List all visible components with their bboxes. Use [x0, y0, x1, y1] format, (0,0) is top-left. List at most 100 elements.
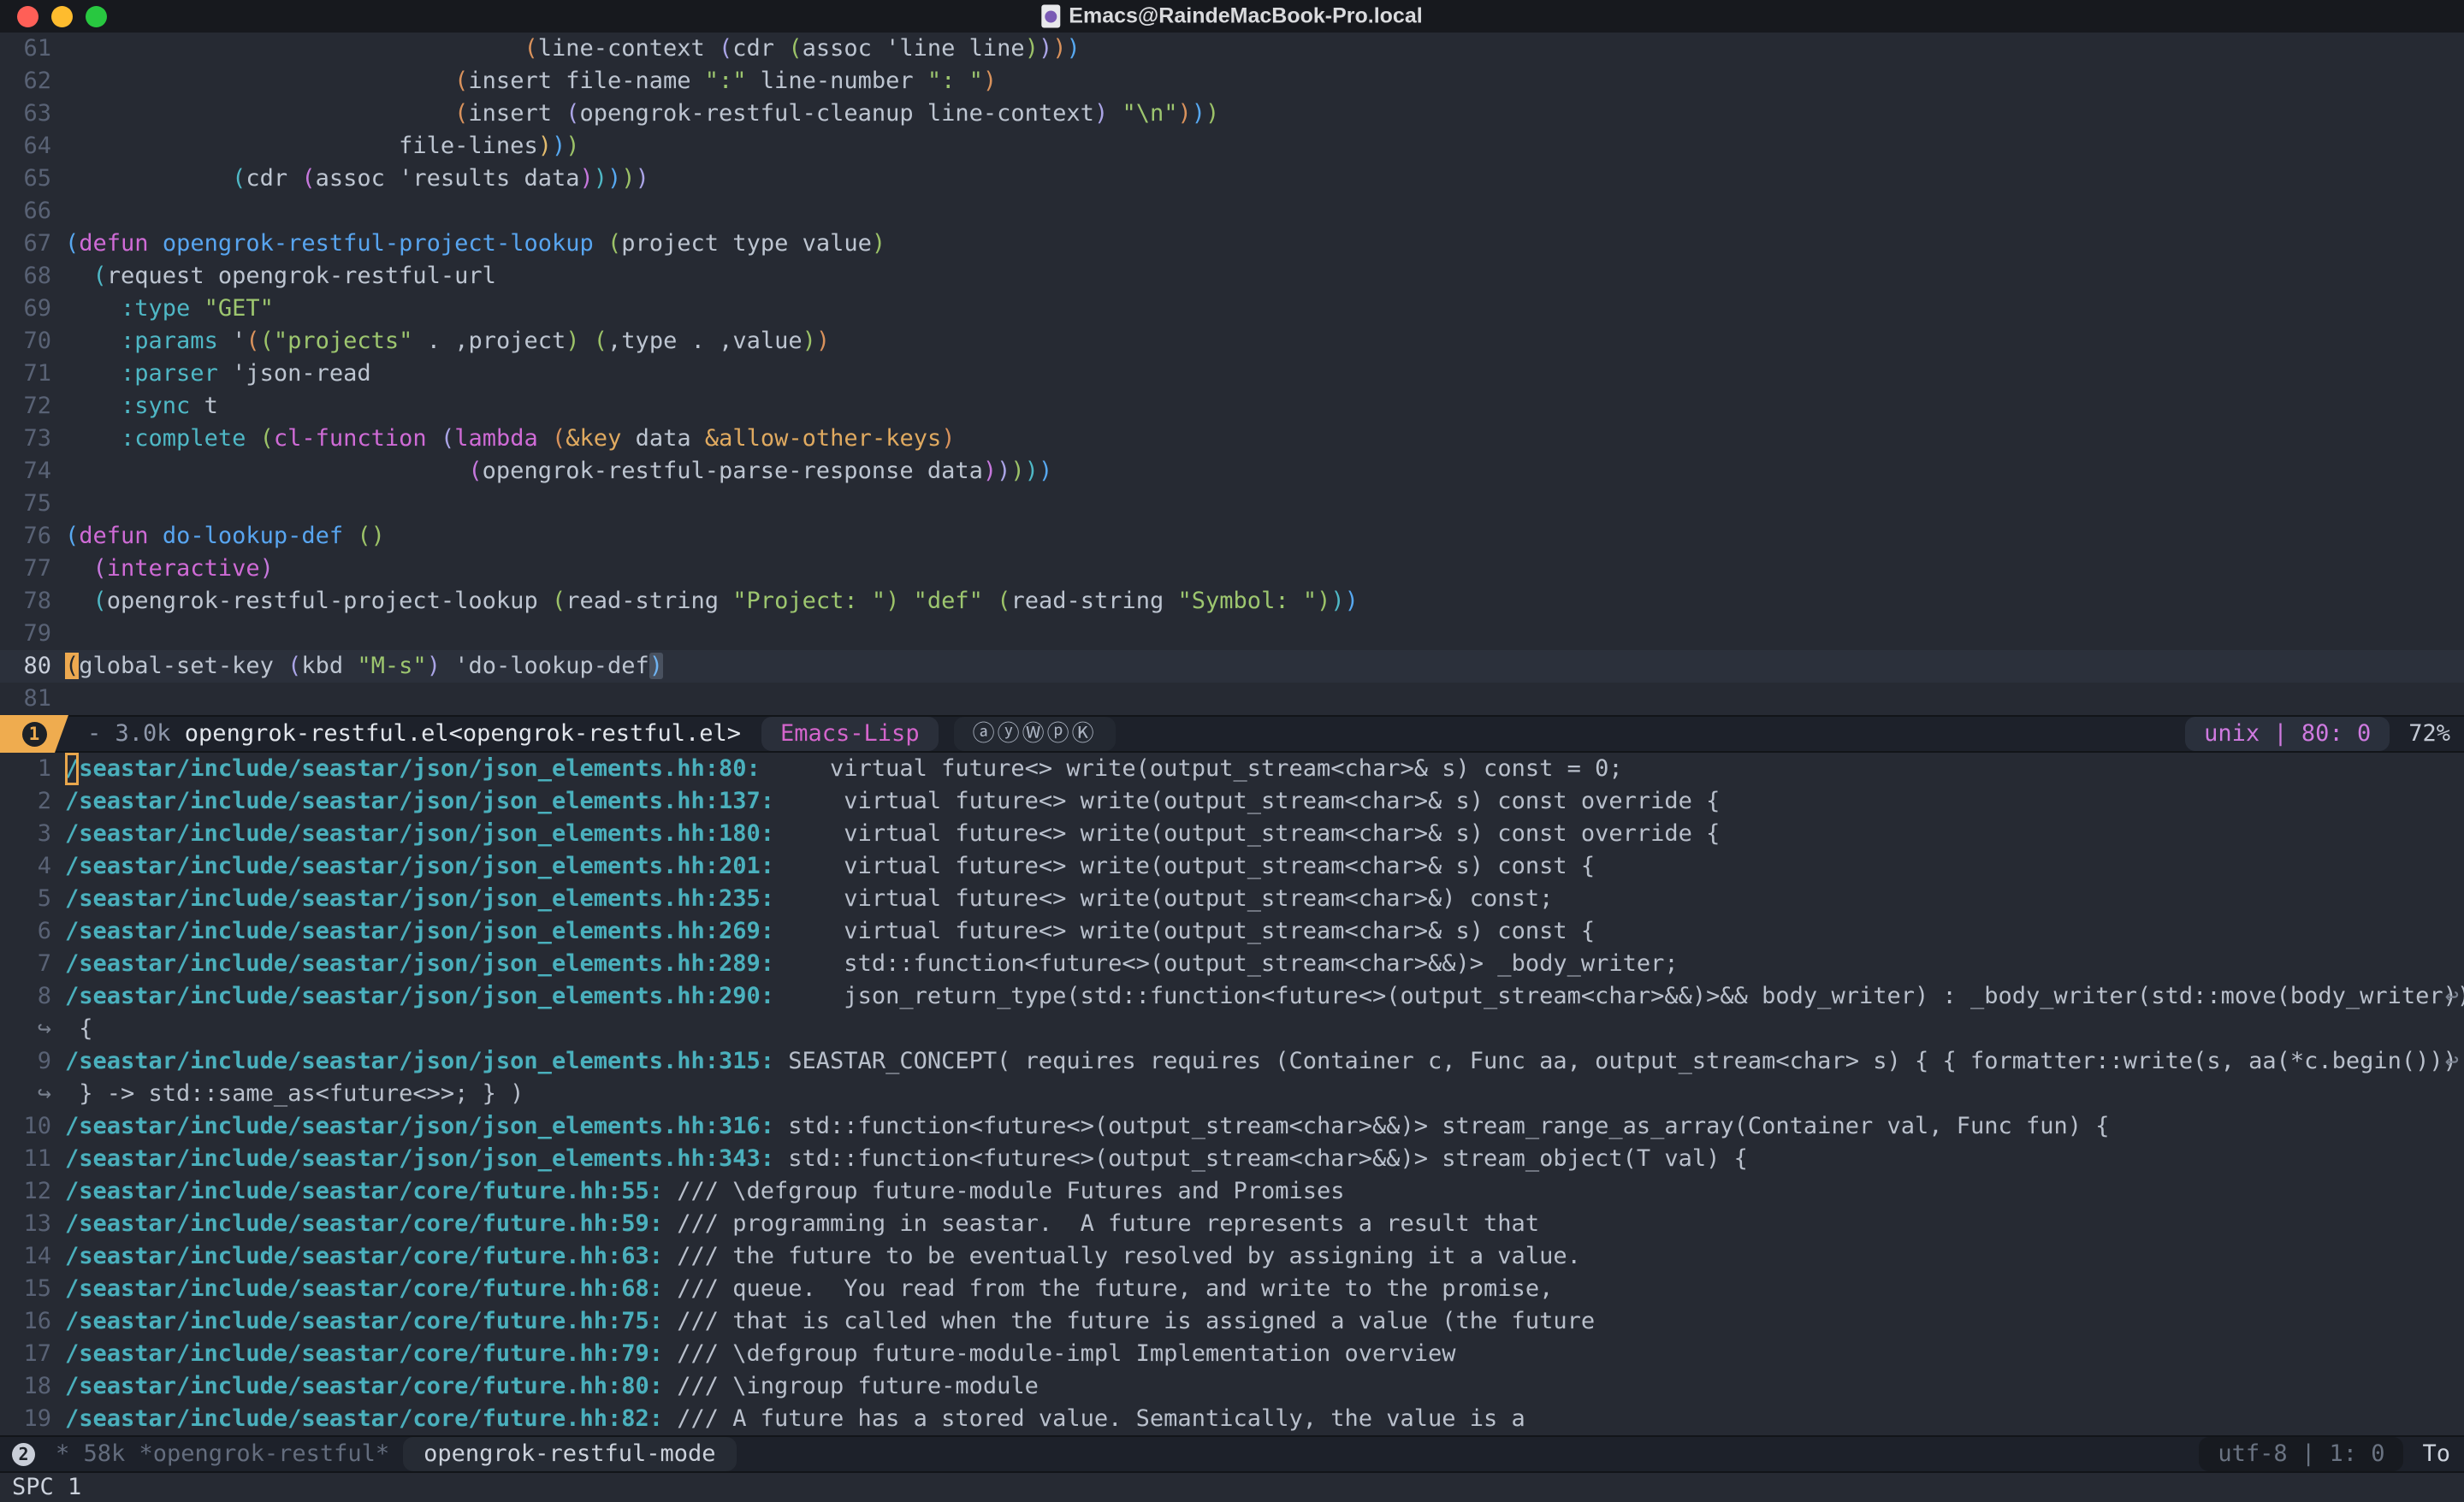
result-line-8[interactable]: 8/seastar/include/seastar/json/json_elem… — [0, 980, 2464, 1013]
result-line-12[interactable]: 12/seastar/include/seastar/core/future.h… — [0, 1175, 2464, 1208]
major-mode[interactable]: Emacs-Lisp — [761, 717, 939, 751]
results-window[interactable]: 1/seastar/include/seastar/json/json_elem… — [0, 753, 2464, 1435]
code-line-68[interactable]: 68 (request opengrok-restful-url — [0, 260, 2464, 293]
encoding-and-position[interactable]: utf-8 | 1: 0 — [2199, 1437, 2403, 1471]
result-file-path[interactable]: /seastar/include/seastar/json/json_eleme… — [65, 1048, 774, 1074]
code-line-69[interactable]: 69 :type "GET" — [0, 293, 2464, 325]
result-text: /seastar/include/seastar/json/json_eleme… — [65, 850, 1595, 883]
modeline-inactive: 2 * 58k *opengrok-restful* opengrok-rest… — [0, 1435, 2464, 1473]
result-file-path[interactable]: /seastar/include/seastar/json/json_eleme… — [65, 853, 774, 879]
result-line-17[interactable]: 17/seastar/include/seastar/core/future.h… — [0, 1338, 2464, 1370]
result-text: /seastar/include/seastar/json/json_eleme… — [65, 883, 1553, 915]
result-line-18[interactable]: 18/seastar/include/seastar/core/future.h… — [0, 1370, 2464, 1403]
result-file-path[interactable]: /seastar/include/seastar/json/json_eleme… — [65, 918, 774, 944]
result-file-path[interactable]: /seastar/include/seastar/json/json_eleme… — [65, 788, 774, 814]
code-line-65[interactable]: 65 (cdr (assoc 'results data))))) — [0, 163, 2464, 195]
code-line-71[interactable]: 71 :parser 'json-read — [0, 358, 2464, 390]
result-text: /seastar/include/seastar/core/future.hh:… — [65, 1403, 1525, 1435]
code-line-80[interactable]: 80(global-set-key (kbd "M-s") 'do-lookup… — [0, 650, 2464, 683]
code-line-79[interactable]: 79 — [0, 618, 2464, 650]
code-line-78[interactable]: 78 (opengrok-restful-project-lookup (rea… — [0, 585, 2464, 618]
line-number: 62 — [0, 65, 65, 98]
line-number: 10 — [0, 1110, 65, 1143]
result-line-14[interactable]: 14/seastar/include/seastar/core/future.h… — [0, 1240, 2464, 1273]
result-file-path[interactable]: /seastar/include/seastar/json/json_eleme… — [65, 755, 761, 782]
major-mode-2[interactable]: opengrok-restful-mode — [403, 1437, 736, 1471]
result-line-9[interactable]: 9/seastar/include/seastar/json/json_elem… — [0, 1045, 2464, 1078]
result-file-path[interactable]: /seastar/include/seastar/json/json_eleme… — [65, 820, 774, 847]
result-line-11[interactable]: 11/seastar/include/seastar/json/json_ele… — [0, 1143, 2464, 1175]
code-line-74[interactable]: 74 (opengrok-restful-parse-response data… — [0, 455, 2464, 488]
line-number: 69 — [0, 293, 65, 325]
result-text: /seastar/include/seastar/core/future.hh:… — [65, 1240, 1581, 1273]
zoom-button[interactable] — [86, 6, 107, 27]
buffer-name[interactable]: opengrok-restful.el<opengrok-restful.el> — [185, 715, 741, 753]
result-file-path[interactable]: /seastar/include/seastar/json/json_eleme… — [65, 983, 774, 1009]
close-button[interactable] — [17, 6, 38, 27]
minimize-button[interactable] — [51, 6, 73, 27]
line-number: 65 — [0, 163, 65, 195]
code-line-64[interactable]: 64 file-lines))) — [0, 130, 2464, 163]
code-text: (insert (opengrok-restful-cleanup line-c… — [65, 98, 1219, 130]
code-line-72[interactable]: 72 :sync t — [0, 390, 2464, 423]
result-file-path[interactable]: /seastar/include/seastar/core/future.hh:… — [65, 1275, 663, 1302]
result-file-path[interactable]: /seastar/include/seastar/json/json_eleme… — [65, 885, 774, 912]
eol-and-position[interactable]: unix | 80: 0 — [2185, 717, 2390, 751]
result-text: /seastar/include/seastar/json/json_eleme… — [65, 785, 1720, 818]
result-text: /seastar/include/seastar/core/future.hh:… — [65, 1175, 1345, 1208]
result-line-4[interactable]: 4/seastar/include/seastar/json/json_elem… — [0, 850, 2464, 883]
code-line-66[interactable]: 66 — [0, 195, 2464, 228]
code-line-77[interactable]: 77 (interactive) — [0, 553, 2464, 585]
result-line-5[interactable]: 5/seastar/include/seastar/json/json_elem… — [0, 883, 2464, 915]
wrap-indicator: ↪ — [0, 1078, 65, 1110]
line-number: 77 — [0, 553, 65, 585]
line-number: 4 — [0, 850, 65, 883]
code-line-75[interactable]: 75 — [0, 488, 2464, 520]
result-file-path[interactable]: /seastar/include/seastar/core/future.hh:… — [65, 1243, 663, 1269]
line-number: 14 — [0, 1240, 65, 1273]
result-file-path[interactable]: /seastar/include/seastar/core/future.hh:… — [65, 1308, 663, 1334]
code-line-76[interactable]: 76(defun do-lookup-def () — [0, 520, 2464, 553]
code-line-67[interactable]: 67(defun opengrok-restful-project-lookup… — [0, 228, 2464, 260]
result-line-10[interactable]: 10/seastar/include/seastar/json/json_ele… — [0, 1110, 2464, 1143]
result-file-path[interactable]: /seastar/include/seastar/core/future.hh:… — [65, 1340, 663, 1367]
result-file-path[interactable]: /seastar/include/seastar/core/future.hh:… — [65, 1405, 663, 1432]
result-line-19[interactable]: 19/seastar/include/seastar/core/future.h… — [0, 1403, 2464, 1435]
code-line-61[interactable]: 61 (line-context (cdr (assoc 'line line)… — [0, 33, 2464, 65]
result-text: /seastar/include/seastar/json/json_eleme… — [65, 753, 1623, 785]
line-number: 12 — [0, 1175, 65, 1208]
result-line-7[interactable]: 7/seastar/include/seastar/json/json_elem… — [0, 948, 2464, 980]
line-number: 16 — [0, 1305, 65, 1338]
result-line-6[interactable]: 6/seastar/include/seastar/json/json_elem… — [0, 915, 2464, 948]
result-file-path[interactable]: /seastar/include/seastar/core/future.hh:… — [65, 1178, 663, 1204]
result-line-13[interactable]: 13/seastar/include/seastar/core/future.h… — [0, 1208, 2464, 1240]
code-line-70[interactable]: 70 :params '(("projects" . ,project) (,t… — [0, 325, 2464, 358]
result-text: /seastar/include/seastar/core/future.hh:… — [65, 1273, 1553, 1305]
code-line-62[interactable]: 62 (insert file-name ":" line-number ": … — [0, 65, 2464, 98]
minibuffer-echo-area[interactable]: SPC 1 — [0, 1473, 2464, 1502]
result-file-path[interactable]: /seastar/include/seastar/json/json_eleme… — [65, 1113, 774, 1139]
line-number: 66 — [0, 195, 65, 228]
result-file-path[interactable]: /seastar/include/seastar/core/future.hh:… — [65, 1373, 663, 1399]
code-line-63[interactable]: 63 (insert (opengrok-restful-cleanup lin… — [0, 98, 2464, 130]
line-number: 76 — [0, 520, 65, 553]
buffer-state-name-2[interactable]: * 58k *opengrok-restful* — [35, 1435, 389, 1473]
result-continuation-line[interactable]: ↪ } -> std::same_as<future<>>; } ) — [0, 1078, 2464, 1110]
result-file-path[interactable]: /seastar/include/seastar/core/future.hh:… — [65, 1210, 663, 1237]
result-file-path[interactable]: /seastar/include/seastar/json/json_eleme… — [65, 1145, 774, 1172]
result-line-2[interactable]: 2/seastar/include/seastar/json/json_elem… — [0, 785, 2464, 818]
code-line-73[interactable]: 73 :complete (cl-function (lambda (&key … — [0, 423, 2464, 455]
minor-mode-icons[interactable]: ⓐⓨⓌⓟⓀ — [954, 717, 1116, 751]
result-line-1[interactable]: 1/seastar/include/seastar/json/json_elem… — [0, 753, 2464, 785]
code-window[interactable]: 61 (line-context (cdr (assoc 'line line)… — [0, 33, 2464, 715]
result-continuation-line[interactable]: ↪ { — [0, 1013, 2464, 1045]
result-line-3[interactable]: 3/seastar/include/seastar/json/json_elem… — [0, 818, 2464, 850]
result-file-path[interactable]: /seastar/include/seastar/json/json_eleme… — [65, 950, 774, 977]
code-text: (defun do-lookup-def () — [65, 520, 385, 553]
line-number: 68 — [0, 260, 65, 293]
result-line-15[interactable]: 15/seastar/include/seastar/core/future.h… — [0, 1273, 2464, 1305]
line-number: 74 — [0, 455, 65, 488]
wrap-indicator: ↩ — [2445, 1045, 2459, 1078]
result-line-16[interactable]: 16/seastar/include/seastar/core/future.h… — [0, 1305, 2464, 1338]
code-line-81[interactable]: 81 — [0, 683, 2464, 715]
